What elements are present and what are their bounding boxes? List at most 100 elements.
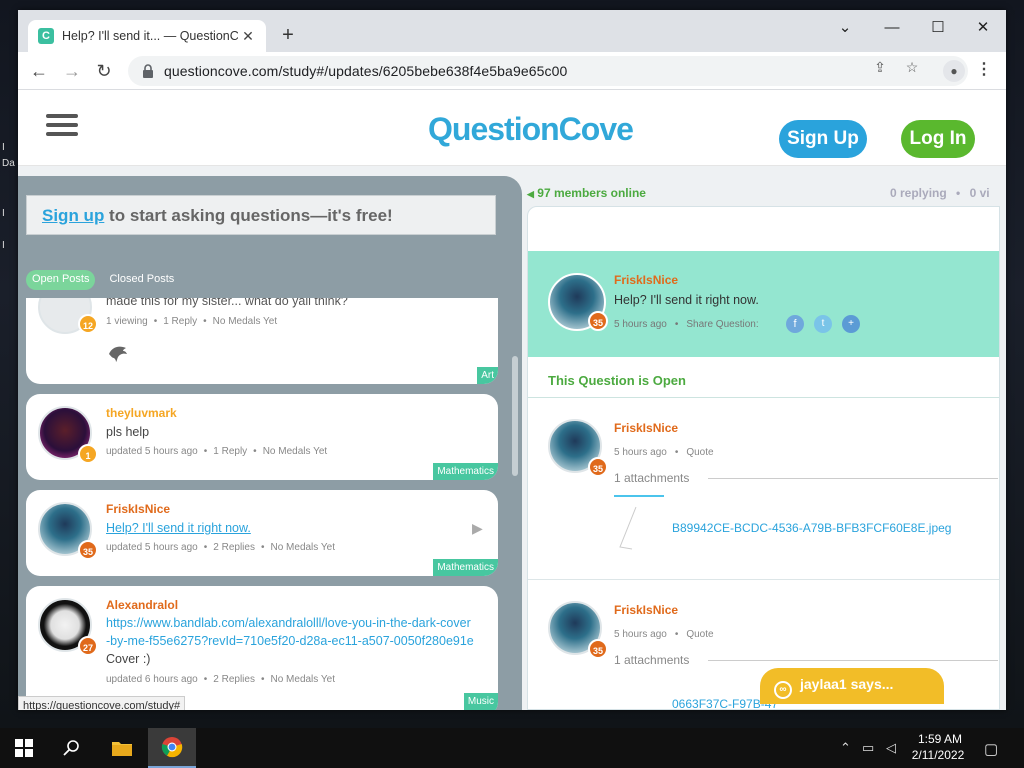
- profile-icon[interactable]: ●: [943, 60, 965, 82]
- post-card[interactable]: 35 FriskIsNice Help? I'll send it right …: [26, 490, 498, 576]
- share-icon[interactable]: ⇪: [870, 57, 890, 77]
- category-tag[interactable]: Art: [477, 367, 498, 384]
- site-header: Question Cove Sign Up Log In: [18, 90, 1006, 166]
- level-badge: 35: [78, 540, 98, 560]
- hamburger-menu-icon[interactable]: [46, 114, 78, 140]
- page-viewport: Question Cove Sign Up Log In Sign up to s…: [18, 90, 1006, 710]
- post-meta: updated 5 hours ago • 1 Reply • No Medals Ye…: [106, 446, 328, 457]
- category-tag[interactable]: Mathematics: [433, 559, 498, 576]
- attachment-file-link[interactable]: B89942CE-BCDC-4536-A79B-BFB3FCF60E8E.jpe…: [672, 521, 951, 535]
- post-text: https://www.bandlab.com/alexandralolll/l…: [106, 616, 474, 666]
- sign-up-button[interactable]: Sign Up: [779, 120, 867, 158]
- sidebar-scrollbar[interactable]: [512, 356, 518, 476]
- chat-popup-button[interactable]: ∞ jaylaa1 says...: [760, 668, 944, 704]
- lock-icon: [143, 64, 153, 78]
- attachment-thumbnail[interactable]: [614, 495, 664, 553]
- address-bar[interactable]: questioncove.com/study#/updates/6205bebe…: [128, 56, 968, 86]
- divider: [528, 397, 999, 398]
- chrome-icon[interactable]: [148, 728, 196, 768]
- post-tabs: Open Posts Closed Posts: [26, 270, 180, 290]
- browser-toolbar: ← → ↻ questioncove.com/study#/updates/62…: [18, 52, 1006, 90]
- quote-link[interactable]: Quote: [686, 629, 713, 640]
- level-badge: 12: [78, 314, 98, 334]
- post-username[interactable]: FriskIsNice: [106, 502, 170, 516]
- thread-pane: ◀ 97 members online 0 replying • 0 vi 35…: [527, 176, 1006, 710]
- tab-search-icon[interactable]: ⌄: [833, 16, 857, 40]
- post-meta: updated 5 hours ago • 2 Replies • No Medals …: [106, 542, 335, 553]
- add-user-icon[interactable]: +: [842, 315, 860, 333]
- post-card[interactable]: 12 made this for my sister... what do ya…: [26, 298, 498, 384]
- members-online: ◀ 97 members online: [527, 186, 646, 200]
- post-meta: 1 viewing • 1 Reply • No Medals Yet: [106, 316, 278, 327]
- post-text: pls help: [106, 425, 150, 439]
- question-meta: 5 hours ago • Share Question:: [614, 319, 759, 330]
- attachments-label: 1 attachments: [614, 471, 690, 485]
- volume-icon[interactable]: ◁: [886, 740, 896, 756]
- play-arrow-icon[interactable]: ▶: [472, 520, 483, 537]
- chat-icon: ∞: [774, 681, 792, 699]
- divider: [528, 579, 999, 580]
- title-bar[interactable]: C Help? I'll send it... — QuestionCo ✕ +…: [18, 10, 1006, 52]
- notification-icon[interactable]: ▢: [984, 740, 998, 758]
- attachments-label: 1 attachments: [614, 653, 690, 667]
- browser-tab[interactable]: C Help? I'll send it... — QuestionCo ✕: [28, 20, 266, 52]
- post-text: made this for my sister... what do yall …: [106, 298, 348, 308]
- post-username[interactable]: theyluvmark: [106, 406, 177, 420]
- level-badge: 35: [588, 639, 608, 659]
- maximize-button[interactable]: ☐: [926, 16, 950, 40]
- question-username[interactable]: FriskIsNice: [614, 273, 678, 287]
- post-card[interactable]: 1 theyluvmark pls help updated 5 hours a…: [26, 394, 498, 480]
- post-meta: updated 6 hours ago • 2 Replies • No Medals …: [106, 674, 335, 685]
- new-tab-button[interactable]: +: [276, 24, 300, 48]
- question-status: This Question is Open: [548, 373, 686, 388]
- menu-icon[interactable]: ⋮: [976, 60, 992, 82]
- reload-icon[interactable]: ↻: [91, 58, 117, 84]
- browser-window: C Help? I'll send it... — QuestionCo ✕ +…: [18, 10, 1006, 710]
- favicon-icon: C: [38, 28, 54, 44]
- url-text: questioncove.com/study#/updates/6205bebe…: [164, 63, 568, 79]
- post-link[interactable]: https://www.bandlab.com/alexandralolll/l…: [106, 616, 474, 648]
- network-icon[interactable]: ▭: [862, 740, 874, 756]
- close-window-button[interactable]: ✕: [971, 16, 995, 40]
- taskbar: ⌃ ▭ ◁ 1:59 AM 2/11/2022 ▢: [0, 728, 1024, 768]
- log-in-button[interactable]: Log In: [901, 120, 975, 158]
- tab-title: Help? I'll send it... — QuestionCo: [62, 29, 238, 43]
- signup-link[interactable]: Sign up: [42, 206, 104, 225]
- search-icon[interactable]: [48, 728, 96, 768]
- category-tag[interactable]: Music: [463, 693, 498, 710]
- thread-panel: 35 FriskIsNice Help? I'll send it right …: [527, 206, 1000, 710]
- replying-count: 0 replying • 0 vi: [890, 186, 990, 200]
- reply-meta: 5 hours ago • Quote: [614, 629, 714, 640]
- divider: [708, 660, 998, 661]
- back-icon[interactable]: ←: [26, 58, 52, 84]
- twitter-icon[interactable]: t: [814, 315, 832, 333]
- site-logo[interactable]: Question Cove: [428, 100, 638, 158]
- quote-link[interactable]: Quote: [686, 447, 713, 458]
- divider: [708, 478, 998, 479]
- post-card[interactable]: 27 Alexandralol https://www.bandlab.com/…: [26, 586, 498, 710]
- post-link[interactable]: Help? I'll send it right now.: [106, 519, 476, 537]
- file-explorer-icon[interactable]: [98, 728, 146, 768]
- minimize-button[interactable]: —: [880, 16, 904, 40]
- level-badge: 27: [78, 636, 98, 656]
- desktop-icon-fragment: I Da I I: [2, 142, 15, 251]
- status-bar-url: https://questioncove.com/study#: [18, 696, 186, 710]
- tab-close-icon[interactable]: ✕: [240, 28, 256, 45]
- bookmark-star-icon[interactable]: ☆: [902, 57, 922, 77]
- clock-time[interactable]: 1:59 AM: [912, 732, 968, 746]
- tab-closed-posts[interactable]: Closed Posts: [103, 270, 180, 290]
- reply-username[interactable]: FriskIsNice: [614, 421, 678, 435]
- post-username[interactable]: Alexandralol: [106, 598, 178, 612]
- clock-date[interactable]: 2/11/2022: [906, 748, 970, 762]
- start-icon[interactable]: [0, 728, 48, 768]
- facebook-icon[interactable]: f: [786, 315, 804, 333]
- level-badge: 35: [588, 311, 608, 331]
- tab-open-posts[interactable]: Open Posts: [26, 270, 96, 290]
- question-header: 35 FriskIsNice Help? I'll send it right …: [528, 251, 999, 357]
- reply-username[interactable]: FriskIsNice: [614, 603, 678, 617]
- category-tag[interactable]: Mathematics: [433, 463, 498, 480]
- posts-sidebar: Sign up to start asking questions—it's f…: [18, 176, 522, 710]
- forward-icon[interactable]: →: [59, 58, 85, 84]
- tray-chevron-icon[interactable]: ⌃: [840, 740, 851, 756]
- reply-meta: 5 hours ago • Quote: [614, 447, 714, 458]
